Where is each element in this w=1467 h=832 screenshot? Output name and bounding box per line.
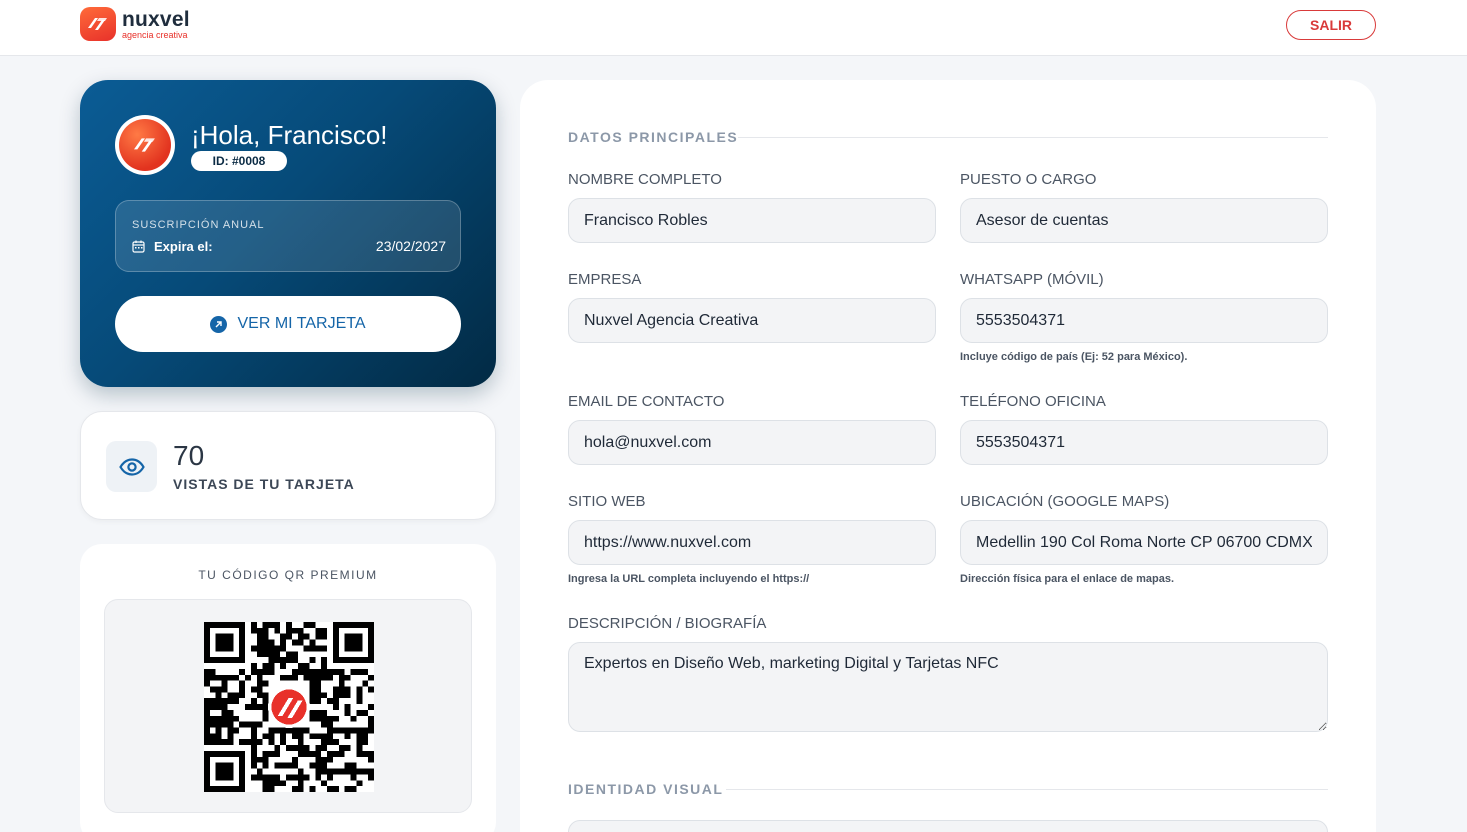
qr-frame [104, 599, 472, 813]
views-label: VISTAS DE TU TARJETA [173, 476, 355, 492]
logout-button[interactable]: SALIR [1286, 10, 1376, 40]
brand-mark-icon [119, 119, 171, 171]
location-hint: Dirección física para el enlace de mapas… [960, 573, 1174, 585]
office-phone-input[interactable] [960, 420, 1328, 465]
email-label: EMAIL DE CONTACTO [568, 393, 725, 410]
calendar-icon [132, 240, 145, 253]
section-divider [726, 789, 1328, 790]
website-label: SITIO WEB [568, 493, 646, 510]
views-stat-card: 70 VISTAS DE TU TARJETA [80, 411, 496, 520]
qr-card: TU CÓDIGO QR PREMIUM [80, 544, 496, 832]
brand-name: nuxvel [122, 7, 190, 31]
top-header: nuxvel agencia creativa SALIR [0, 0, 1467, 56]
view-card-button[interactable]: VER MI TARJETA [115, 296, 461, 352]
expires-label: Expira el: [154, 238, 213, 254]
whatsapp-label: WHATSAPP (MÓVIL) [960, 271, 1104, 288]
brand-mark-icon [80, 7, 116, 41]
id-badge: ID: #0008 [191, 151, 287, 171]
section-title-main: DATOS PRINCIPALES [568, 129, 739, 145]
position-label: PUESTO O CARGO [960, 171, 1097, 188]
description-textarea[interactable]: Expertos en Diseño Web, marketing Digita… [568, 642, 1328, 732]
email-input[interactable] [568, 420, 936, 465]
full-name-label: NOMBRE COMPLETO [568, 171, 722, 188]
profile-form-panel: DATOS PRINCIPALES NOMBRE COMPLETO PUESTO… [520, 80, 1376, 832]
brand-tagline: agencia creativa [122, 29, 188, 40]
section-title-visual: IDENTIDAD VISUAL [568, 781, 724, 797]
section-divider [738, 137, 1328, 138]
company-input[interactable] [568, 298, 936, 343]
qr-code-image[interactable] [204, 621, 374, 793]
location-input[interactable] [960, 520, 1328, 565]
whatsapp-input[interactable] [960, 298, 1328, 343]
company-label: EMPRESA [568, 271, 642, 288]
description-label: DESCRIPCIÓN / BIOGRAFÍA [568, 615, 767, 632]
subscription-box: SUSCRIPCIÓN ANUAL Expira el: 23/02/2027 [115, 200, 461, 272]
whatsapp-hint: Incluye código de país (Ej: 52 para Méxi… [960, 351, 1188, 363]
expires-date: 23/02/2027 [375, 238, 446, 254]
office-phone-label: TELÉFONO OFICINA [960, 393, 1106, 410]
arrow-up-right-icon [210, 315, 228, 333]
views-count: 70 [173, 440, 205, 471]
greeting-title: ¡Hola, Francisco! [191, 120, 388, 150]
brand-logo[interactable]: nuxvel agencia creativa [80, 7, 190, 41]
website-input[interactable] [568, 520, 936, 565]
location-label: UBICACIÓN (GOOGLE MAPS) [960, 493, 1170, 510]
eye-icon [106, 441, 157, 492]
visual-identity-field[interactable] [568, 820, 1328, 832]
website-hint: Ingresa la URL completa incluyendo el ht… [568, 573, 810, 585]
profile-card: ¡Hola, Francisco! ID: #0008 SUSCRIPCIÓN … [80, 80, 496, 387]
position-input[interactable] [960, 198, 1328, 243]
qr-title: TU CÓDIGO QR PREMIUM [198, 568, 378, 582]
subscription-label: SUSCRIPCIÓN ANUAL [132, 219, 265, 231]
view-card-label: VER MI TARJETA [237, 315, 366, 332]
full-name-input[interactable] [568, 198, 936, 243]
avatar [115, 115, 175, 175]
